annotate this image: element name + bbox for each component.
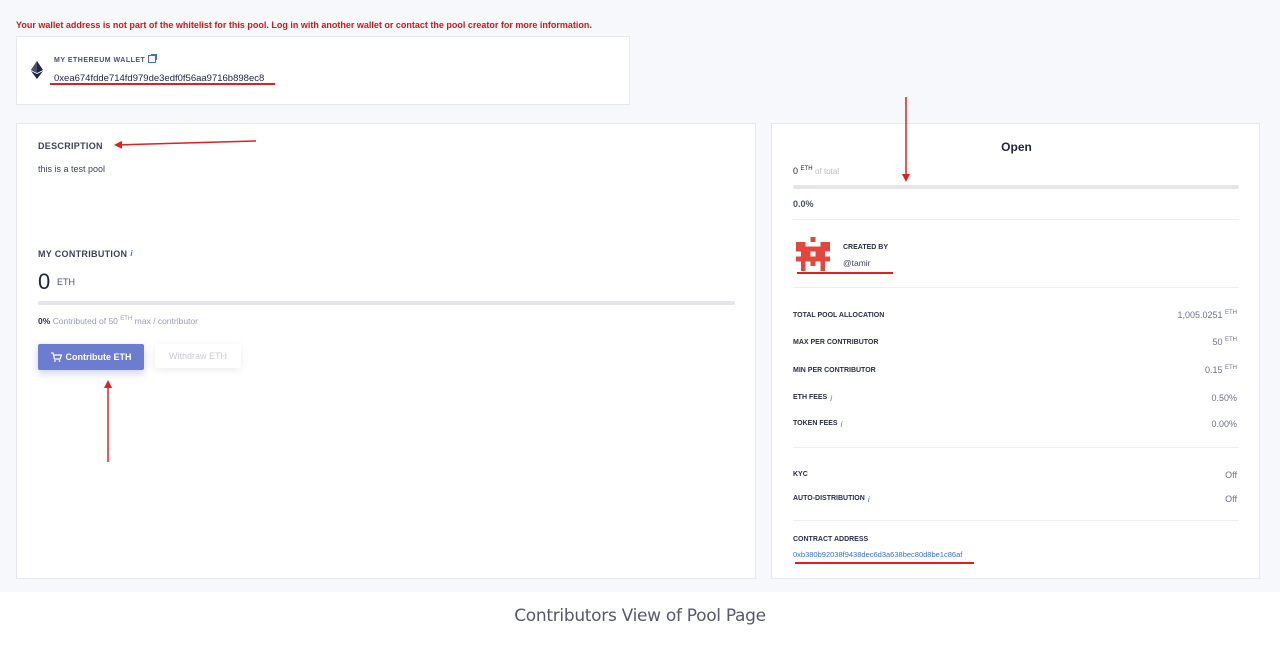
- external-link-icon[interactable]: [148, 54, 158, 63]
- withdraw-eth-button[interactable]: Withdraw ETH: [155, 344, 241, 368]
- wallet-address: 0xea674fdde714fd979de3edf0f56aa9716b898e…: [54, 73, 265, 84]
- min-per-contributor-value: 0.15 ETH: [1204, 365, 1237, 375]
- token-fees-label: TOKEN FEES i: [793, 420, 843, 429]
- contribution-unit: ETH: [57, 277, 75, 287]
- figure-caption: Contributors View of Pool Page: [514, 606, 766, 626]
- pool-status-card: Open 0 ETH of total 0.0% CREATED BY @tam…: [771, 123, 1260, 579]
- contract-address-link[interactable]: 0xb380b92038f9438dec6d3a638bec80d8be1c86…: [793, 550, 962, 559]
- auto-distribution-value: Off: [1225, 494, 1237, 504]
- divider: [793, 287, 1239, 288]
- contribution-title: MY CONTRIBUTION i: [38, 249, 133, 259]
- max-per-contributor-value: 50 ETH: [1212, 337, 1237, 347]
- description-text: this is a test pool: [38, 164, 106, 174]
- cart-icon: [50, 352, 62, 362]
- ethereum-icon: [31, 61, 43, 79]
- creator-handle[interactable]: @tamir: [843, 258, 871, 268]
- contribution-amount: 0: [38, 269, 51, 294]
- wallet-card: MY ETHEREUM WALLET 0xea674fdde714fd979de…: [16, 36, 630, 105]
- total-allocation-value: 1,005.0251 ETH: [1177, 310, 1237, 320]
- wallet-title: MY ETHEREUM WALLET: [54, 54, 158, 64]
- info-icon[interactable]: i: [841, 420, 843, 429]
- contract-address-label: CONTRACT ADDRESS: [793, 536, 869, 543]
- min-per-contributor-label: MIN PER CONTRIBUTOR: [793, 367, 876, 374]
- contribution-note: 0% Contributed of 50 ETH max / contribut…: [38, 316, 198, 326]
- pool-raised: 0 ETH of total: [793, 166, 840, 176]
- total-allocation-label: TOTAL POOL ALLOCATION: [793, 312, 885, 319]
- divider: [793, 447, 1239, 448]
- eth-fees-value: 0.50%: [1211, 393, 1237, 403]
- divider: [793, 219, 1239, 220]
- pool-progress-bar: [793, 185, 1239, 189]
- info-icon[interactable]: i: [130, 249, 133, 258]
- info-icon[interactable]: i: [830, 394, 832, 403]
- eth-fees-label: ETH FEES i: [793, 394, 833, 403]
- contribution-progress-bar: [38, 301, 735, 305]
- kyc-label: KYC: [793, 471, 808, 478]
- description-title: DESCRIPTION: [38, 141, 103, 151]
- pool-status: Open: [1001, 140, 1032, 154]
- created-by-label: CREATED BY: [843, 244, 888, 251]
- creator-avatar: [796, 237, 830, 271]
- divider: [793, 520, 1239, 521]
- contribute-eth-button[interactable]: Contribute ETH: [38, 344, 144, 370]
- max-per-contributor-label: MAX PER CONTRIBUTOR: [793, 339, 879, 346]
- pool-page: Your wallet address is not part of the w…: [0, 0, 1280, 592]
- pool-percent: 0.0%: [793, 199, 814, 209]
- info-icon[interactable]: i: [868, 495, 870, 504]
- auto-distribution-label: AUTO-DISTRIBUTION i: [793, 495, 870, 504]
- token-fees-value: 0.00%: [1211, 419, 1237, 429]
- whitelist-warning: Your wallet address is not part of the w…: [16, 20, 592, 30]
- pool-main-card: DESCRIPTION this is a test pool MY CONTR…: [16, 123, 756, 579]
- kyc-value: Off: [1225, 470, 1237, 480]
